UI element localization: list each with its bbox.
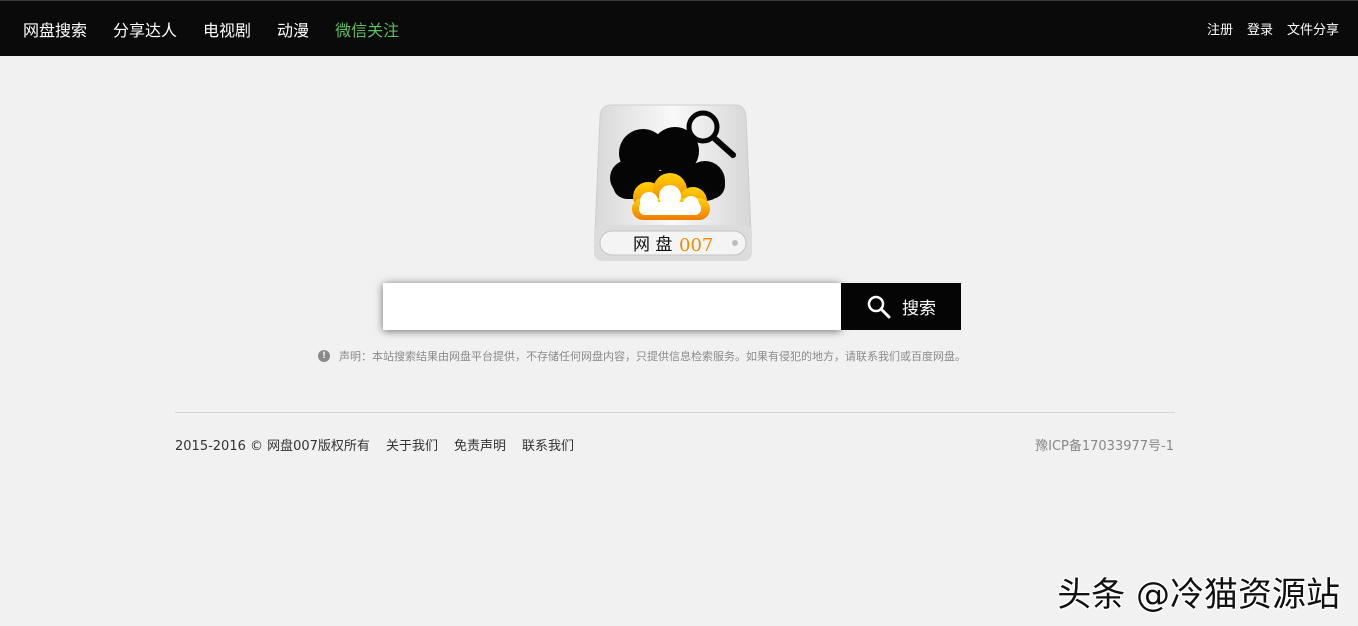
disclaimer-text: 声明：本站搜索结果由网盘平台提供，不存储任何网盘内容，只提供信息检索服务。如果有… <box>339 350 966 363</box>
file-share-link[interactable]: 文件分享 <box>1287 19 1339 38</box>
disclaimer-link[interactable]: 免责声明 <box>454 435 506 454</box>
disclaimer-notice: ! 声明：本站搜索结果由网盘平台提供，不存储任何网盘内容，只提供信息检索服务。如… <box>318 348 966 364</box>
user-nav: 注册 登录 文件分享 <box>1193 1 1339 56</box>
search-button[interactable]: 搜索 <box>841 283 961 330</box>
warning-icon: ! <box>318 350 330 362</box>
watermark-text: 头条 @冷猫资源站 <box>1057 575 1340 615</box>
logo-number: 007 <box>679 235 713 256</box>
about-us-link[interactable]: 关于我们 <box>386 435 438 454</box>
nav-item-wechat-follow[interactable]: 微信关注 <box>335 17 399 41</box>
footer-links: 2015-2016 © 网盘007版权所有 关于我们 免责声明 联系我们 <box>175 434 574 454</box>
nav-item-tv-series[interactable]: 电视剧 <box>203 17 251 41</box>
register-link[interactable]: 注册 <box>1207 19 1233 38</box>
login-link[interactable]: 登录 <box>1247 19 1273 38</box>
nav-item-anime[interactable]: 动漫 <box>277 17 309 41</box>
site-logo[interactable]: 网 盘 007 <box>593 103 753 263</box>
copyright-text: 2015-2016 © 网盘007版权所有 <box>175 438 370 454</box>
icp-record[interactable]: 豫ICP备17033977号-1 <box>1035 434 1174 454</box>
search-button-label: 搜索 <box>902 299 936 319</box>
footer-divider <box>175 412 1175 413</box>
nav-item-pan-search[interactable]: 网盘搜索 <box>23 17 87 41</box>
search-icon <box>867 295 891 318</box>
nav-item-share-experts[interactable]: 分享达人 <box>113 17 177 41</box>
contact-us-link[interactable]: 联系我们 <box>522 435 574 454</box>
top-nav-bar: 网盘搜索 分享达人 电视剧 动漫 微信关注 注册 登录 文件分享 <box>0 0 1358 56</box>
main-nav: 网盘搜索 分享达人 电视剧 动漫 微信关注 <box>23 1 425 56</box>
logo-text: 网 盘 <box>633 235 672 255</box>
search-input[interactable] <box>383 283 841 330</box>
